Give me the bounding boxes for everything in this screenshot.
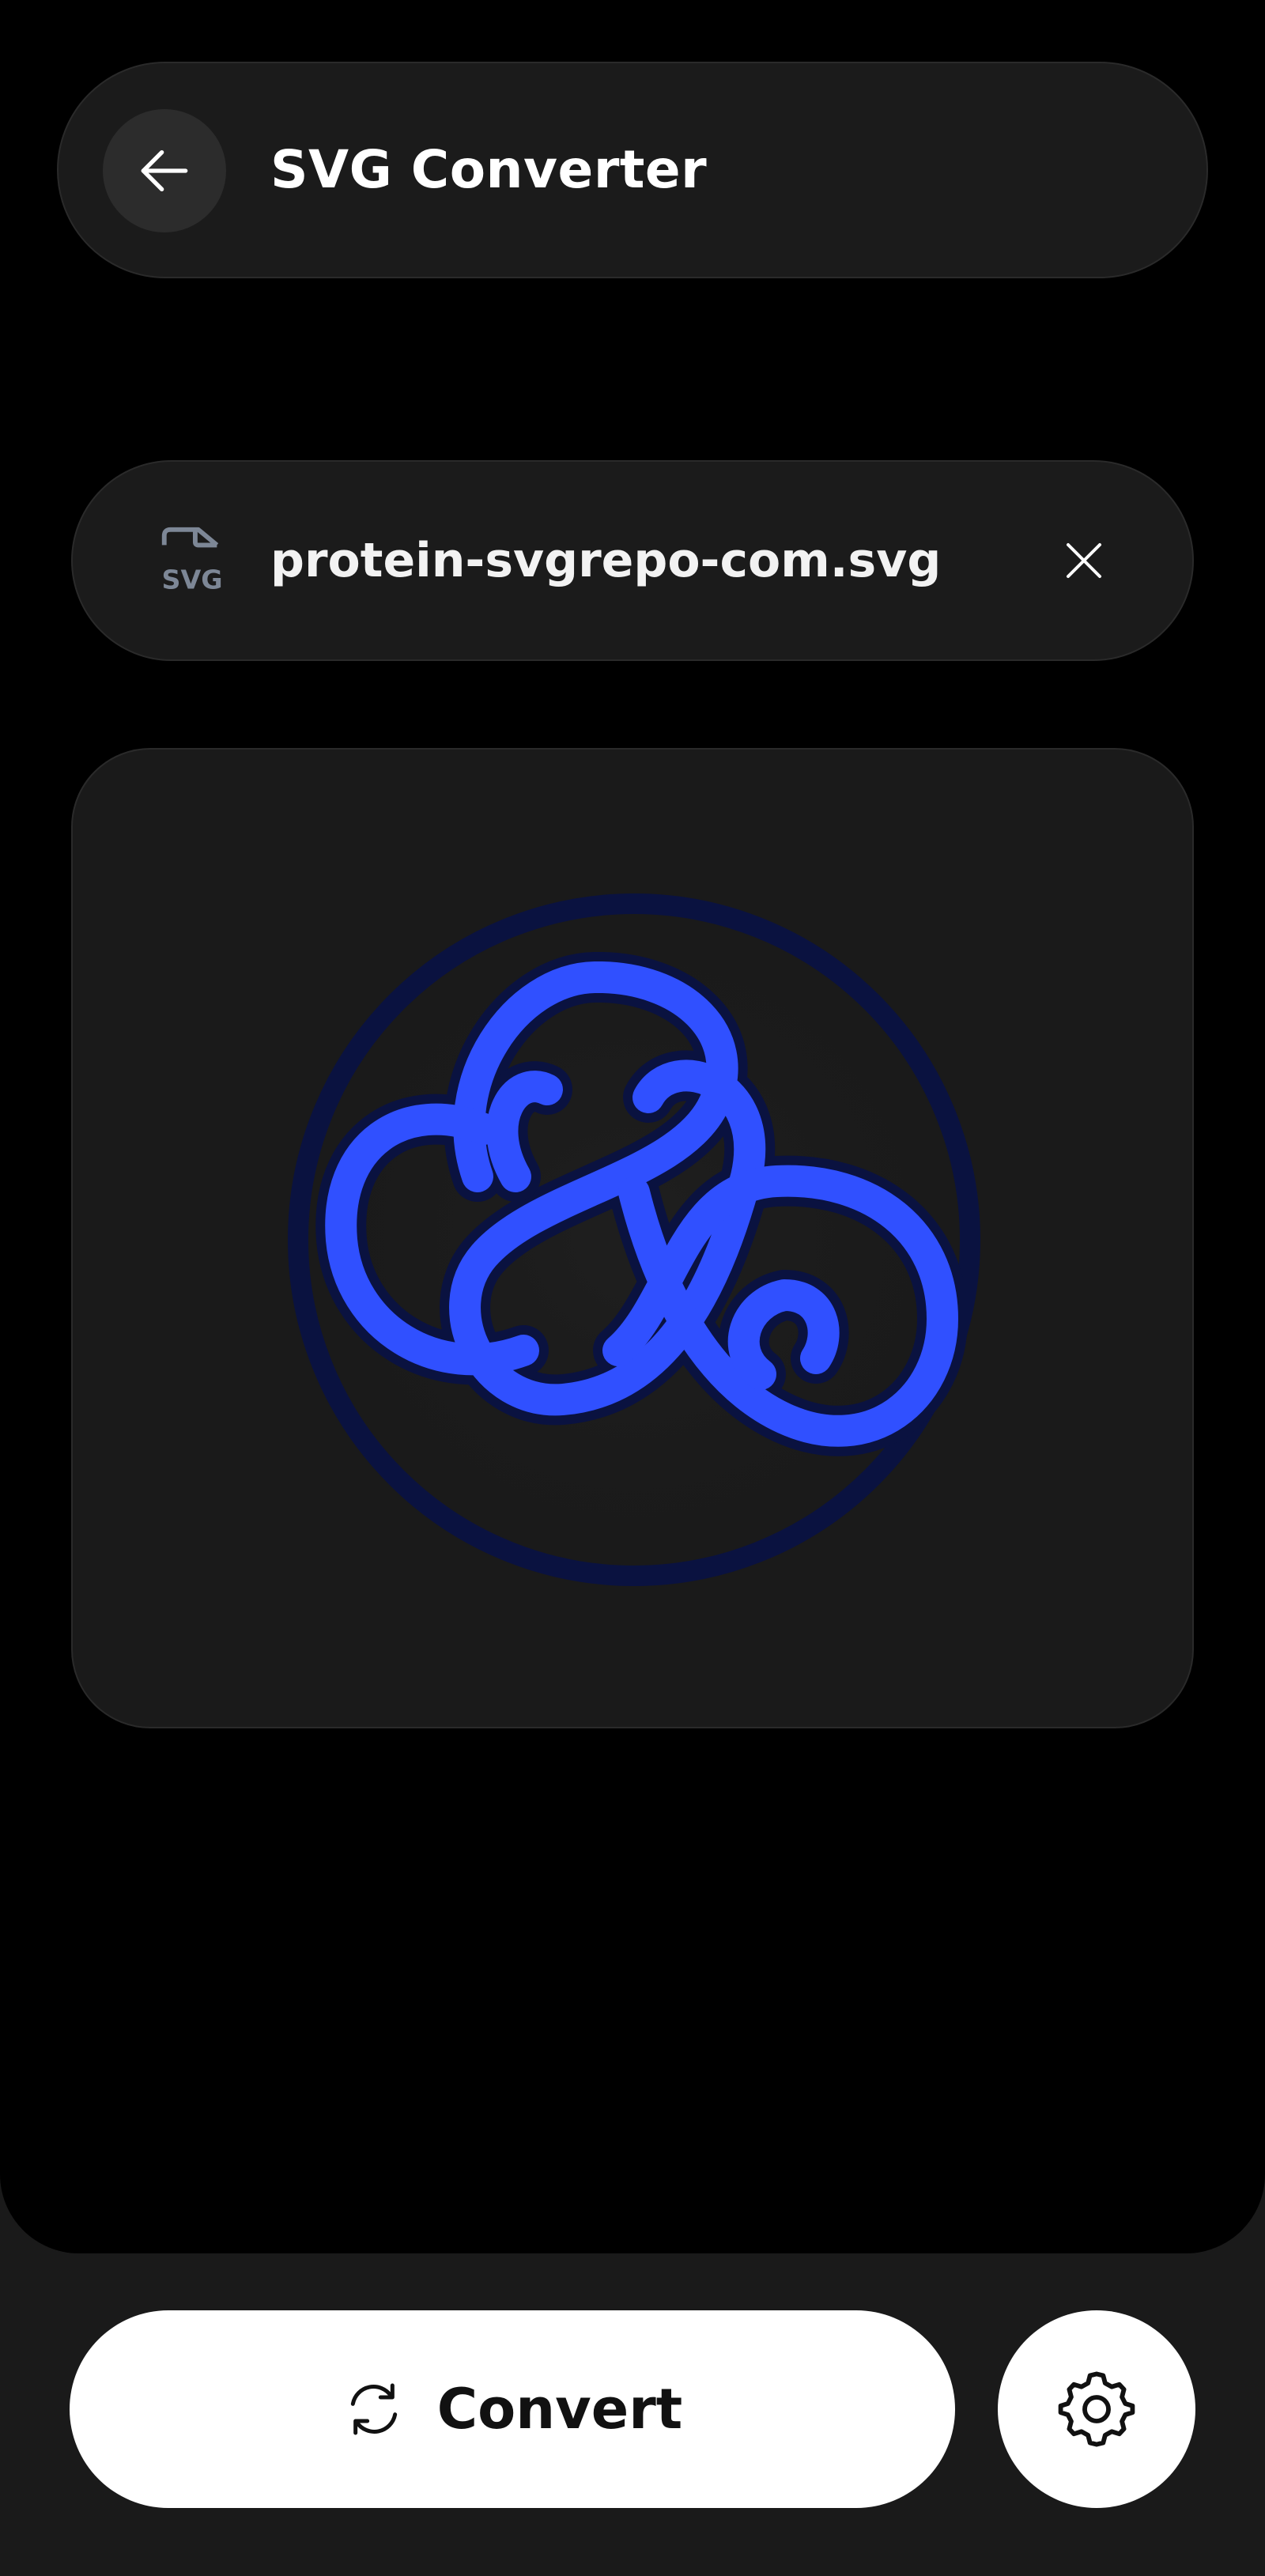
selected-file-chip: SVG protein-svgrepo-com.svg [71,460,1194,661]
file-type-label: SVG [161,564,222,595]
top-app-bar: SVG Converter [57,62,1208,278]
settings-button[interactable] [998,2310,1195,2508]
convert-label: Convert [436,2377,683,2442]
svg-file-icon: SVG [161,527,223,595]
arrow-left-icon [141,150,188,191]
close-icon [1067,543,1101,578]
remove-file-button[interactable] [1048,525,1120,596]
page-title: SVG Converter [270,139,708,200]
main-screen: SVG Converter SVG protein-svgrepo-com.sv… [0,0,1265,2253]
convert-button[interactable]: Convert [70,2310,955,2508]
file-name: protein-svgrepo-com.svg [270,533,942,588]
refresh-icon [350,2383,397,2435]
svg-preview-card [71,748,1194,1728]
gear-icon [1058,2371,1135,2447]
back-button[interactable] [103,109,226,232]
app-root: SVG Converter SVG protein-svgrepo-com.sv… [0,0,1265,2576]
protein-knot-illustration [223,829,1045,1651]
